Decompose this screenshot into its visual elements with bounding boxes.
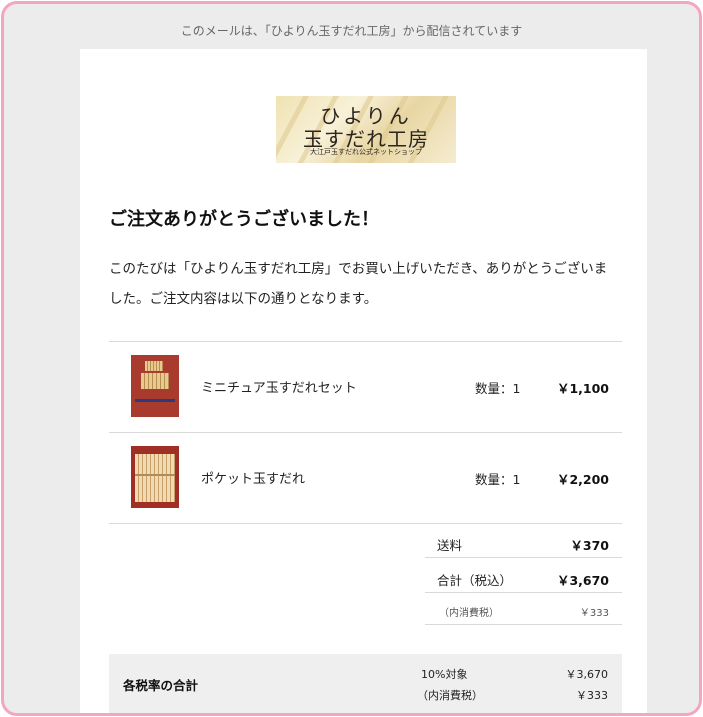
tax-summary-title: 各税率の合計 bbox=[123, 678, 199, 693]
product-quantity: 数量：1 bbox=[475, 381, 521, 396]
tax-included-label: （内消費税） bbox=[417, 689, 483, 702]
divider bbox=[109, 523, 622, 524]
product-thumbnail-miniature[interactable] bbox=[131, 355, 179, 417]
tax-rate-value: ￥3,670 bbox=[565, 668, 609, 681]
included-tax-value: ￥333 bbox=[579, 608, 609, 619]
email-frame: このメールは、「ひよりん玉すだれ工房」から配信されています ひよりん 玉すだれ工… bbox=[1, 1, 702, 716]
total-value: ￥3,670 bbox=[556, 573, 609, 588]
tax-included-value: ￥333 bbox=[576, 689, 608, 702]
product-price: ￥1,100 bbox=[556, 381, 609, 396]
product-name[interactable]: ポケット玉すだれ bbox=[201, 468, 305, 487]
product-quantity: 数量：1 bbox=[475, 472, 521, 487]
product-name[interactable]: ミニチュア玉すだれセット bbox=[201, 377, 357, 396]
divider bbox=[425, 624, 622, 625]
included-tax-label: （内消費税） bbox=[439, 608, 499, 619]
intro-text: このたびは「ひよりん玉すだれ工房」でお買い上げいただき、ありがとうございました。… bbox=[109, 261, 608, 307]
divider bbox=[109, 432, 622, 433]
total-label: 合計（税込） bbox=[437, 573, 513, 588]
thank-you-heading: ご注文ありがとうございました！ bbox=[109, 209, 379, 230]
tax-rate-label: 10%対象 bbox=[421, 668, 468, 681]
product-price: ￥2,200 bbox=[556, 472, 609, 487]
shipping-label: 送料 bbox=[437, 538, 463, 553]
divider bbox=[109, 341, 622, 342]
product-thumbnail-pocket[interactable] bbox=[131, 446, 179, 508]
divider bbox=[425, 592, 622, 593]
divider bbox=[425, 557, 622, 558]
shop-logo[interactable]: ひよりん 玉すだれ工房 大江戸玉すだれ公式ネットショップ bbox=[276, 96, 456, 163]
logo-tagline: 大江戸玉すだれ公式ネットショップ bbox=[310, 148, 422, 156]
shipping-value: ￥370 bbox=[570, 538, 609, 553]
tax-rate-summary: 各税率の合計 10%対象 ￥3,670 （内消費税） ￥333 bbox=[109, 654, 622, 713]
email-card: ひよりん 玉すだれ工房 大江戸玉すだれ公式ネットショップ ご注文ありがとうござい… bbox=[80, 49, 647, 713]
sender-notice: このメールは、「ひよりん玉すだれ工房」から配信されています bbox=[180, 24, 523, 38]
